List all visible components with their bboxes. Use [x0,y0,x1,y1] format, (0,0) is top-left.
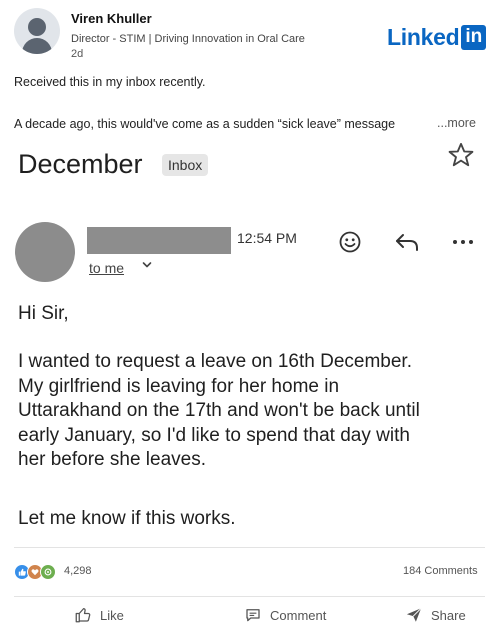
like-label: Like [100,607,124,623]
avatar-head-shape [28,18,46,36]
reaction-icons[interactable] [14,564,56,580]
author-avatar[interactable] [14,8,60,54]
email-body-line: her before she leaves. [18,449,207,471]
author-name[interactable]: Viren Khuller [71,11,152,26]
emoji-reaction-icon[interactable] [338,230,362,254]
post-text-line: A decade ago, this would've come as a su… [14,117,396,131]
email-time: 12:54 PM [237,230,297,246]
comment-label: Comment [270,607,327,623]
share-label: Share [431,607,466,623]
email-closing: Let me know if this works. [18,508,236,529]
divider [14,547,485,548]
linkedin-logo: Linked in [387,23,487,50]
sender-avatar [15,222,75,282]
logo-wordmark: Linked [387,23,460,50]
comment-button[interactable]: Comment [244,606,326,624]
email-body-line: I wanted to request a leave on 16th Dece… [18,351,412,372]
reply-icon[interactable] [394,232,420,252]
share-button[interactable]: Share [405,606,466,624]
recipient-link[interactable]: to me [89,260,124,276]
email-body-line: Uttarakhand on the 17th and won't be bac… [18,400,420,422]
comments-count[interactable]: 184 Comments [403,565,478,577]
avatar-body-shape [22,38,52,54]
divider [14,596,485,597]
thumbs-up-icon [75,607,91,623]
email-body: I wanted to request a leave on 16th Dece… [18,350,488,473]
logo-in-box: in [461,24,487,50]
comment-icon [246,609,260,622]
email-body-line: early January, so I'd like to spend that… [18,424,410,446]
chevron-down-icon[interactable] [141,259,153,271]
author-headline: Director - STIM | Driving Innovation in … [71,33,305,45]
email-subject: December [18,149,143,179]
more-options-icon[interactable] [452,236,474,248]
reaction-count[interactable]: 4,298 [64,565,92,577]
like-button[interactable]: Like [74,606,124,624]
inbox-label-chip[interactable]: Inbox [162,154,209,176]
post-age: 2d [71,48,84,60]
sender-name-redacted [87,227,231,254]
email-greeting: Hi Sir, [18,303,69,324]
celebrate-reaction-icon [40,564,56,580]
see-more-link[interactable]: ...more [437,116,476,130]
star-icon[interactable] [447,141,475,169]
post-text-line: Received this in my inbox recently. [14,75,206,89]
send-icon [406,607,422,622]
email-body-line: My girlfriend is leaving for her home in [18,375,340,397]
